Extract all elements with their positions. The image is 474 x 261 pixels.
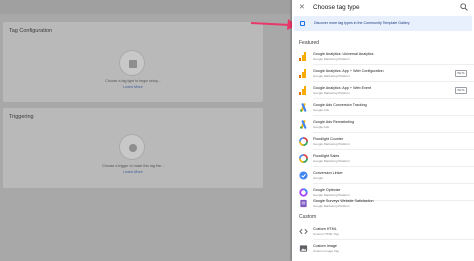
card-title: Triggering — [9, 114, 34, 120]
editor-top-strip — [0, 0, 290, 14]
trigger-placeholder-icon[interactable] — [119, 134, 145, 160]
tag-type-ads-remarketing[interactable]: Google Ads Remarketing Google Ads — [292, 117, 474, 133]
tag-type-name: Google Analytics: Universal Analytics — [313, 52, 374, 56]
tag-type-custom-html[interactable]: Custom HTML Custom HTML Tag — [292, 224, 474, 240]
tag-type-name: Google Ads Conversion Tracking — [313, 103, 367, 107]
code-icon — [299, 228, 308, 235]
tag-type-name: Google Analytics: App + Web Configuratio… — [313, 69, 384, 73]
tag-type-vendor: Google Marketing Platform — [313, 74, 350, 78]
floodlight-icon — [299, 154, 308, 163]
tag-type-name: Floodlight Counter — [313, 137, 344, 141]
google-ads-icon — [299, 103, 307, 112]
beta-badge: BETA — [455, 87, 468, 94]
community-gallery-banner[interactable]: Discover more tag types in the Community… — [294, 16, 472, 31]
tag-type-name: Google Ads Remarketing — [313, 120, 354, 124]
tag-type-name: Google Surveys Website Satisfaction — [313, 199, 374, 203]
custom-section-label: Custom — [299, 214, 317, 220]
tag-type-floodlight-sales[interactable]: Floodlight Sales Google Marketing Platfo… — [292, 151, 474, 167]
tag-type-name: Custom Image — [313, 244, 337, 248]
google-ads-icon — [299, 120, 307, 129]
tag-type-universal-analytics[interactable]: Google Analytics: Universal Analytics Go… — [292, 49, 474, 65]
tag-type-floodlight-counter[interactable]: Floodlight Counter Google Marketing Plat… — [292, 134, 474, 150]
tag-type-name: Conversion Linker — [313, 171, 343, 175]
conversion-linker-icon — [299, 171, 308, 180]
tag-type-name: Google Optimize — [313, 188, 341, 192]
featured-section-label: Featured — [299, 40, 320, 46]
tag-type-custom-image[interactable]: Custom Image Custom Image Tag — [292, 241, 474, 257]
tag-configuration-card[interactable]: Tag Configuration Choose a tag type to b… — [3, 22, 263, 102]
tag-type-name: Google Analytics: App + Web Event — [313, 86, 372, 90]
gallery-icon — [300, 21, 305, 26]
tag-type-vendor: Google Marketing Platform — [313, 91, 350, 95]
search-icon[interactable] — [460, 3, 468, 11]
tag-type-vendor: Google Marketing Platform — [313, 57, 350, 61]
tag-type-vendor: Google Ads — [313, 108, 329, 112]
banner-text: Discover more tag types in the Community… — [314, 21, 410, 25]
tag-type-vendor: Google Ads — [313, 125, 329, 129]
learn-more-link[interactable]: Learn More — [3, 85, 263, 89]
beta-badge: BETA — [455, 70, 468, 77]
tag-type-name: Floodlight Sales — [313, 154, 340, 158]
tag-type-vendor: Google Marketing Platform — [313, 159, 350, 163]
triggering-card[interactable]: Triggering Choose a trigger to make this… — [3, 108, 263, 188]
tag-placeholder-icon[interactable] — [119, 50, 145, 76]
tag-type-surveys-website-satisfaction[interactable]: Google Surveys Website Satisfaction Goog… — [292, 196, 474, 212]
close-icon[interactable]: ✕ — [299, 4, 305, 11]
card-hint: Choose a tag type to begin setup... — [105, 79, 161, 83]
tag-type-app-web-event[interactable]: Google Analytics: App + Web Event Google… — [292, 83, 474, 99]
tag-type-vendor: Google — [313, 176, 323, 180]
panel-header: ✕ Choose tag type — [292, 0, 474, 16]
analytics-icon — [299, 69, 308, 78]
tag-type-conversion-linker[interactable]: Conversion Linker Google — [292, 168, 474, 184]
choose-tag-type-panel: ✕ Choose tag type Discover more tag type… — [292, 0, 474, 261]
analytics-icon — [299, 86, 308, 95]
editor-background: Tag Configuration Choose a tag type to b… — [0, 0, 290, 261]
floodlight-icon — [299, 137, 308, 146]
tag-type-app-web-configuration[interactable]: Google Analytics: App + Web Configuratio… — [292, 66, 474, 82]
image-icon — [299, 245, 308, 252]
tag-type-ads-conversion-tracking[interactable]: Google Ads Conversion Tracking Google Ad… — [292, 100, 474, 116]
tag-type-vendor: Google Marketing Platform — [313, 204, 350, 208]
card-hint: Choose a trigger to make this tag fire..… — [102, 164, 164, 168]
tag-type-name: Custom HTML — [313, 227, 337, 231]
annotation-arrow-icon — [250, 19, 297, 30]
analytics-icon — [299, 52, 308, 61]
card-title: Tag Configuration — [9, 28, 53, 34]
panel-title: Choose tag type — [313, 4, 360, 11]
tag-type-vendor: Custom HTML Tag — [313, 232, 339, 236]
surveys-icon — [300, 199, 307, 208]
tag-type-vendor: Google Marketing Platform — [313, 142, 350, 146]
tag-type-vendor: Custom Image Tag — [313, 249, 339, 253]
learn-more-link[interactable]: Learn More — [3, 170, 263, 174]
